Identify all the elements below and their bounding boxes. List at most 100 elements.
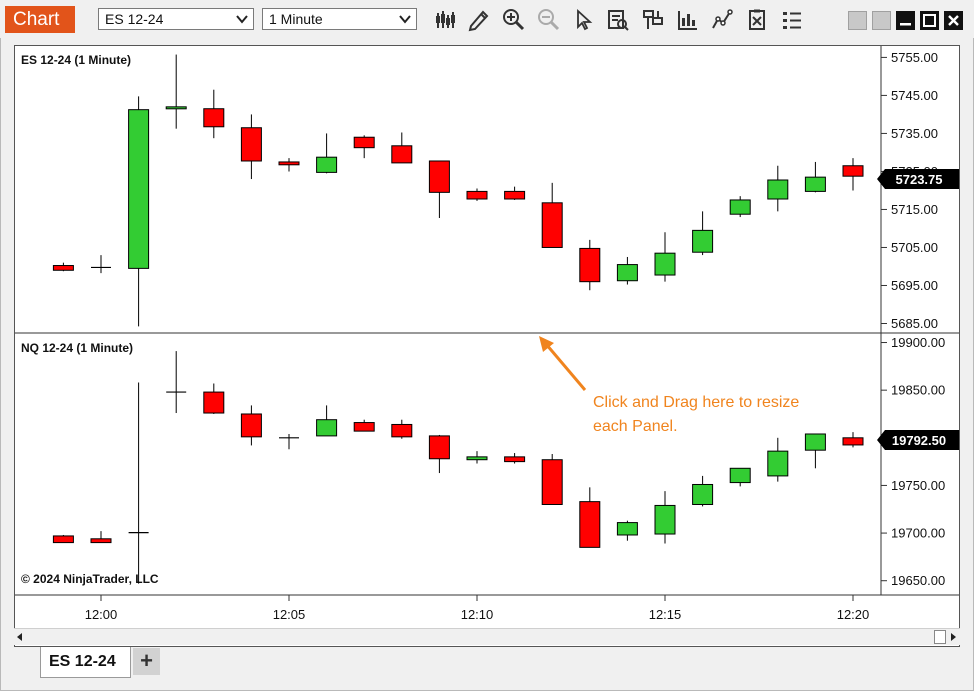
- time-tick-label: 12:15: [649, 607, 682, 622]
- candle-body: [203, 108, 225, 128]
- candle-body: [240, 413, 262, 438]
- candle-body: [504, 456, 526, 463]
- window-options-button[interactable]: [872, 11, 891, 30]
- instrument-selector[interactable]: ES 12-24: [98, 8, 254, 30]
- price-tick-label: 19650.00: [891, 573, 945, 588]
- candle: [579, 239, 601, 291]
- candle-body: [541, 459, 563, 505]
- candle: [203, 383, 225, 414]
- zoom-out-icon[interactable]: [537, 8, 561, 32]
- horizontal-scrollbar[interactable]: [14, 628, 960, 645]
- candle: [767, 437, 789, 482]
- strategies-icon[interactable]: [710, 8, 734, 32]
- panel-1-label: ES 12-24 (1 Minute): [21, 53, 131, 67]
- price-tick-label: 5735.00: [891, 126, 938, 141]
- annotation-line-2: each Panel.: [593, 418, 678, 435]
- price-tick-label: 19850.00: [891, 383, 945, 398]
- toolbar: Chart ES 12-24 1 Minute: [0, 0, 974, 38]
- chart-trader-icon[interactable]: [641, 8, 665, 32]
- interval-selector-value: 1 Minute: [269, 11, 323, 27]
- window-title: Chart: [5, 6, 75, 33]
- candle-body: [654, 504, 676, 535]
- candle-body: [767, 179, 789, 200]
- candle-body: [541, 202, 563, 248]
- close-button[interactable]: [944, 11, 963, 30]
- price-tick-label: 5695.00: [891, 278, 938, 293]
- properties-icon[interactable]: [780, 8, 804, 32]
- draw-pencil-icon[interactable]: [467, 8, 491, 32]
- candle: [616, 520, 638, 541]
- candle: [466, 188, 488, 201]
- bars-type-icon[interactable]: [433, 8, 457, 32]
- chart-area[interactable]: ES 12-24 (1 Minute) NQ 12-24 (1 Minute) …: [14, 45, 960, 647]
- maximize-button[interactable]: [920, 11, 939, 30]
- zoom-in-icon[interactable]: [502, 8, 526, 32]
- indicators-icon[interactable]: [676, 8, 700, 32]
- candle: [91, 255, 111, 274]
- candle-body: [353, 422, 375, 432]
- candle: [278, 158, 300, 172]
- chart-canvas[interactable]: ES 12-24 (1 Minute) NQ 12-24 (1 Minute) …: [15, 46, 959, 628]
- candle-body: [278, 161, 300, 166]
- candle-body: [466, 456, 488, 461]
- add-tab-button[interactable]: +: [133, 648, 160, 675]
- minimize-icon: [900, 23, 911, 26]
- candle: [541, 453, 563, 505]
- candle: [654, 232, 676, 282]
- maximize-icon: [923, 14, 936, 27]
- annotation-arrow: [544, 343, 587, 391]
- price-tick-label: 5715.00: [891, 202, 938, 217]
- candle-body: [428, 435, 450, 460]
- instrument-selector-value: ES 12-24: [105, 11, 164, 27]
- candle: [240, 114, 262, 180]
- candle: [52, 534, 74, 544]
- pointer-icon[interactable]: [572, 8, 596, 32]
- candle-body: [504, 190, 526, 200]
- price-tick-label: 5745.00: [891, 88, 938, 103]
- panel-2-label: NQ 12-24 (1 Minute): [21, 341, 133, 355]
- time-tick-label: 12:05: [273, 607, 306, 622]
- candle: [692, 475, 714, 507]
- candle-body: [729, 467, 751, 484]
- candle: [466, 451, 488, 464]
- candle-body: [316, 156, 338, 173]
- candle-body: [52, 265, 74, 271]
- scroll-right-icon[interactable]: [949, 632, 957, 642]
- templates-icon[interactable]: [745, 8, 769, 32]
- candle: [391, 132, 413, 164]
- candle-body: [842, 437, 864, 446]
- candle: [166, 351, 187, 414]
- minimize-button[interactable]: [896, 11, 915, 30]
- time-tick-label: 12:20: [837, 607, 870, 622]
- candle: [729, 467, 751, 487]
- scroll-left-icon[interactable]: [16, 632, 24, 642]
- candle-body: [804, 176, 826, 192]
- tab-es-12-24[interactable]: ES 12-24: [40, 647, 131, 678]
- chevron-down-icon: [236, 15, 248, 24]
- data-box-icon[interactable]: [606, 8, 630, 32]
- candle-body: [353, 136, 375, 149]
- candle: [654, 491, 676, 544]
- candle-body: [466, 190, 488, 200]
- candle-body: [203, 391, 225, 414]
- candle: [804, 161, 826, 193]
- candle: [616, 256, 638, 285]
- scrollbar-thumb[interactable]: [934, 630, 946, 644]
- candle-body: [579, 501, 601, 548]
- last-price-marker-1: 5723.75: [877, 169, 959, 189]
- candle: [579, 487, 601, 548]
- price-tick-label: 19900.00: [891, 335, 945, 350]
- interval-selector[interactable]: 1 Minute: [262, 8, 417, 30]
- chevron-down-icon: [399, 15, 411, 24]
- annotation: Click and Drag here to resize each Panel…: [539, 336, 799, 435]
- candle: [804, 433, 826, 469]
- annotation-line-1: Click and Drag here to resize: [593, 394, 799, 411]
- last-price-1: 5723.75: [896, 172, 943, 187]
- candle: [353, 135, 375, 159]
- candle: [428, 160, 450, 219]
- candle: [541, 182, 563, 248]
- candle-body: [165, 106, 187, 110]
- time-tick-label: 12:00: [85, 607, 118, 622]
- link-color-button[interactable]: [848, 11, 867, 30]
- candle-body: [128, 109, 150, 269]
